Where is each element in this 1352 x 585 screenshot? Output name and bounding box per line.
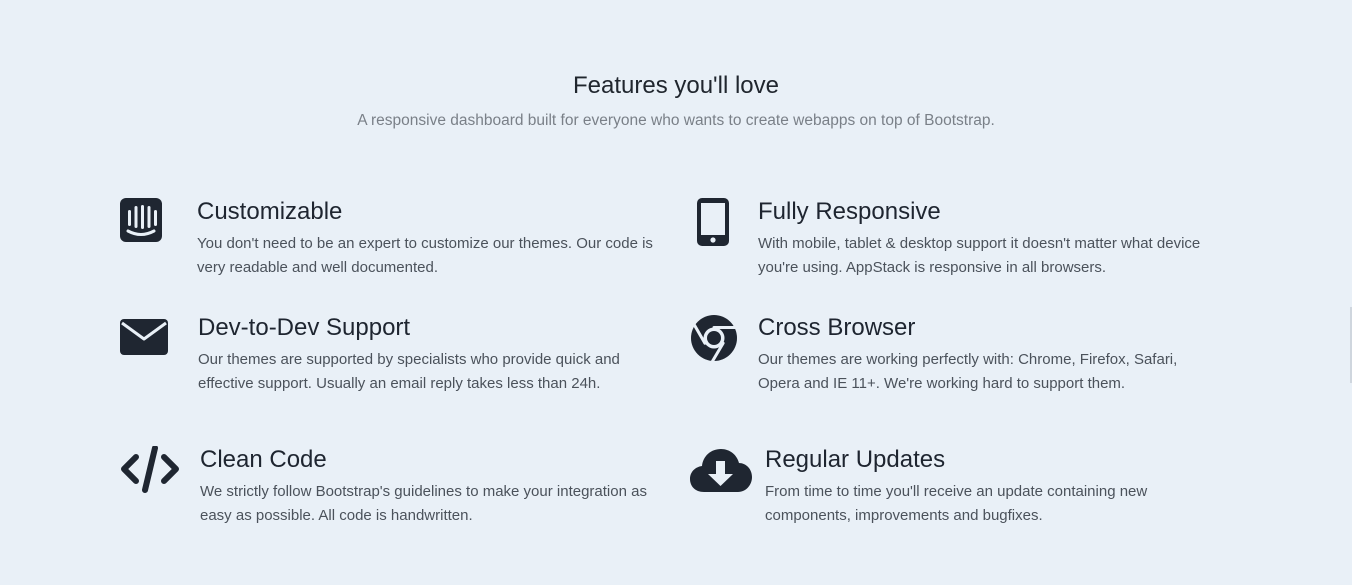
- feature-description: You don't need to be an expert to custom…: [197, 235, 653, 276]
- feature-description: With mobile, tablet & desktop support it…: [758, 235, 1201, 276]
- code-icon: [120, 446, 180, 506]
- feature-clean-code: Clean Code We strictly follow Bootstrap'…: [120, 446, 680, 536]
- feature-title: Fully Responsive: [758, 198, 941, 225]
- feature-description: From time to time you'll receive an upda…: [765, 483, 1148, 524]
- feature-regular-updates: Regular Updates From time to time you'll…: [690, 446, 1250, 536]
- feature-title: Customizable: [197, 198, 343, 225]
- feature-customizable: Customizable You don't need to be an exp…: [120, 198, 680, 288]
- section-title: Features you'll love: [572, 72, 779, 99]
- feature-description: Our themes are supported by specialists …: [198, 351, 620, 392]
- chrome-icon: [690, 314, 750, 374]
- feature-title: Cross Browser: [758, 314, 916, 341]
- cloud-download-icon: [690, 448, 752, 508]
- feature-dev-to-dev-support: Dev-to-Dev Support Our themes are suppor…: [120, 314, 680, 404]
- feature-cross-browser: Cross Browser Our themes are working per…: [690, 314, 1250, 404]
- mobile-phone-icon: [697, 198, 757, 258]
- feature-description: We strictly follow Bootstrap's guideline…: [200, 483, 647, 524]
- feature-title: Clean Code: [200, 446, 327, 473]
- feature-fully-responsive: Fully Responsive With mobile, tablet & d…: [697, 198, 1257, 288]
- feature-description: Our themes are working perfectly with: C…: [758, 351, 1178, 392]
- envelope-icon: [120, 319, 180, 379]
- feature-title: Dev-to-Dev Support: [198, 314, 411, 341]
- intercom-icon: [120, 198, 180, 258]
- section-subtitle: A responsive dashboard built for everyon…: [357, 112, 995, 129]
- feature-title: Regular Updates: [765, 446, 946, 473]
